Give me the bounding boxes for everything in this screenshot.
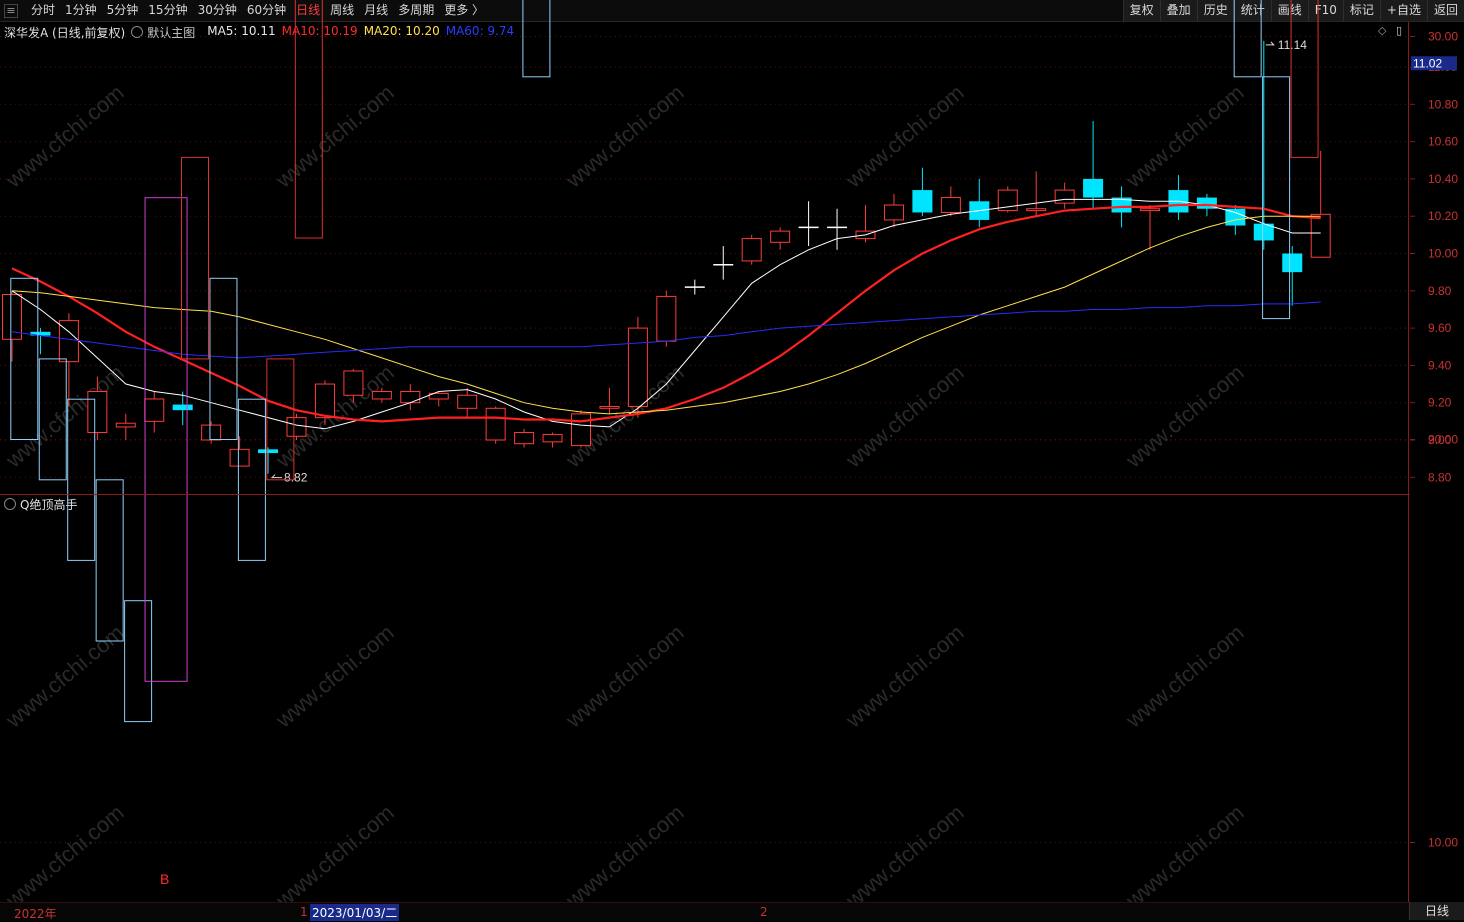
watermark-text: www.cfchi.com [0, 620, 128, 733]
period-button[interactable]: 日线 [1409, 902, 1464, 920]
current-price-label: 11.02 [1413, 56, 1442, 70]
indicator-box [237, 398, 266, 561]
candle-body [457, 394, 478, 409]
indicator-box [209, 277, 238, 440]
indicator-box [294, 0, 323, 239]
candle-body [883, 204, 904, 221]
watermark-text: www.cfchi.com [270, 80, 398, 193]
price-tick-label: 10.40 [1428, 172, 1458, 186]
candle-body [599, 405, 620, 409]
candle-body [912, 190, 933, 213]
watermark-text: www.cfchi.com [270, 800, 398, 913]
candle-body [542, 433, 563, 443]
time-axis: 2022年 1 2023/01/03/二 2 [0, 902, 1464, 921]
month-mark-1: 1 [300, 905, 308, 919]
candle-body [115, 422, 136, 428]
watermark-text: www.cfchi.com [560, 800, 688, 913]
candle-body [1140, 208, 1160, 212]
watermark-text: www.cfchi.com [1120, 620, 1248, 733]
indicator-box [1262, 76, 1291, 320]
price-tick-label: 9.20 [1428, 396, 1452, 410]
watermark-text: www.cfchi.com [1120, 80, 1248, 193]
candle-body [1054, 189, 1075, 204]
price-tick-label: 10.00 [1428, 247, 1458, 261]
candle-body [87, 391, 108, 434]
indicator-box [1290, 0, 1319, 158]
indicator-tick-label: 30.00 [1428, 30, 1458, 44]
candle-body [343, 370, 364, 396]
candle-body [201, 424, 222, 441]
year-label: 2022年 [14, 907, 57, 921]
watermark-text: www.cfchi.com [1120, 360, 1248, 473]
kline-chart[interactable]: 11.0010.8010.6010.4010.2010.009.809.609.… [0, 0, 1464, 920]
indicator-box [181, 156, 210, 360]
indicator-tick-label: 20.00 [1428, 433, 1458, 447]
candle-body [229, 448, 250, 467]
candle-body [571, 413, 591, 447]
candle-body [1026, 208, 1047, 212]
low-label: 8.82 [284, 471, 308, 485]
candle-body [770, 230, 791, 243]
candle-body [1083, 178, 1104, 198]
candle-body [286, 417, 307, 437]
indicator-tick-label: 10.00 [1428, 836, 1458, 850]
candle-body [172, 404, 193, 411]
candle-body [940, 197, 961, 213]
watermark-text: www.cfchi.com [0, 800, 128, 913]
month-mark-2: 2 [760, 905, 768, 919]
indicator-box [95, 479, 124, 642]
signal-label: B [160, 871, 169, 887]
selected-date: 2023/01/03/二 [310, 904, 400, 921]
price-tick-label: 9.60 [1428, 321, 1452, 335]
watermark-text: www.cfchi.com [0, 360, 128, 473]
candle-body [514, 432, 535, 445]
indicator-box [522, 0, 551, 78]
candle-body [1282, 253, 1303, 273]
watermark-text: www.cfchi.com [560, 620, 688, 733]
candle-body [371, 391, 392, 400]
candle-body [627, 327, 648, 407]
candle-body [656, 295, 677, 342]
watermark-text: www.cfchi.com [1120, 800, 1248, 913]
panel-divider [0, 494, 1410, 495]
price-tick-label: 10.60 [1428, 135, 1458, 149]
price-tick-label: 10.80 [1428, 97, 1458, 111]
watermark-text: www.cfchi.com [840, 360, 968, 473]
price-tick-label: 8.80 [1428, 470, 1452, 484]
high-arrow [1265, 41, 1276, 46]
price-tick-label: 9.40 [1428, 358, 1452, 372]
watermark-text: www.cfchi.com [0, 80, 128, 193]
watermark-text: www.cfchi.com [270, 620, 398, 733]
watermark-text: www.cfchi.com [840, 620, 968, 733]
candle-body [1310, 213, 1331, 258]
candle-body [741, 238, 762, 262]
price-tick-label: 9.80 [1428, 284, 1452, 298]
candle-body [400, 391, 421, 404]
candle-body [485, 407, 506, 441]
low-arrow [270, 474, 283, 479]
high-label: 11.14 [1278, 38, 1307, 52]
watermark-text: www.cfchi.com [840, 80, 968, 193]
indicator-box [124, 600, 153, 723]
indicator-box [1233, 0, 1262, 78]
price-tick-label: 10.20 [1428, 209, 1458, 223]
candle-body [1225, 208, 1246, 226]
candle-body [258, 449, 279, 454]
candle-body [144, 398, 165, 422]
axis-divider [1408, 22, 1409, 902]
candle-body [314, 383, 335, 419]
watermark-text: www.cfchi.com [560, 80, 688, 193]
watermark-text: www.cfchi.com [840, 800, 968, 913]
